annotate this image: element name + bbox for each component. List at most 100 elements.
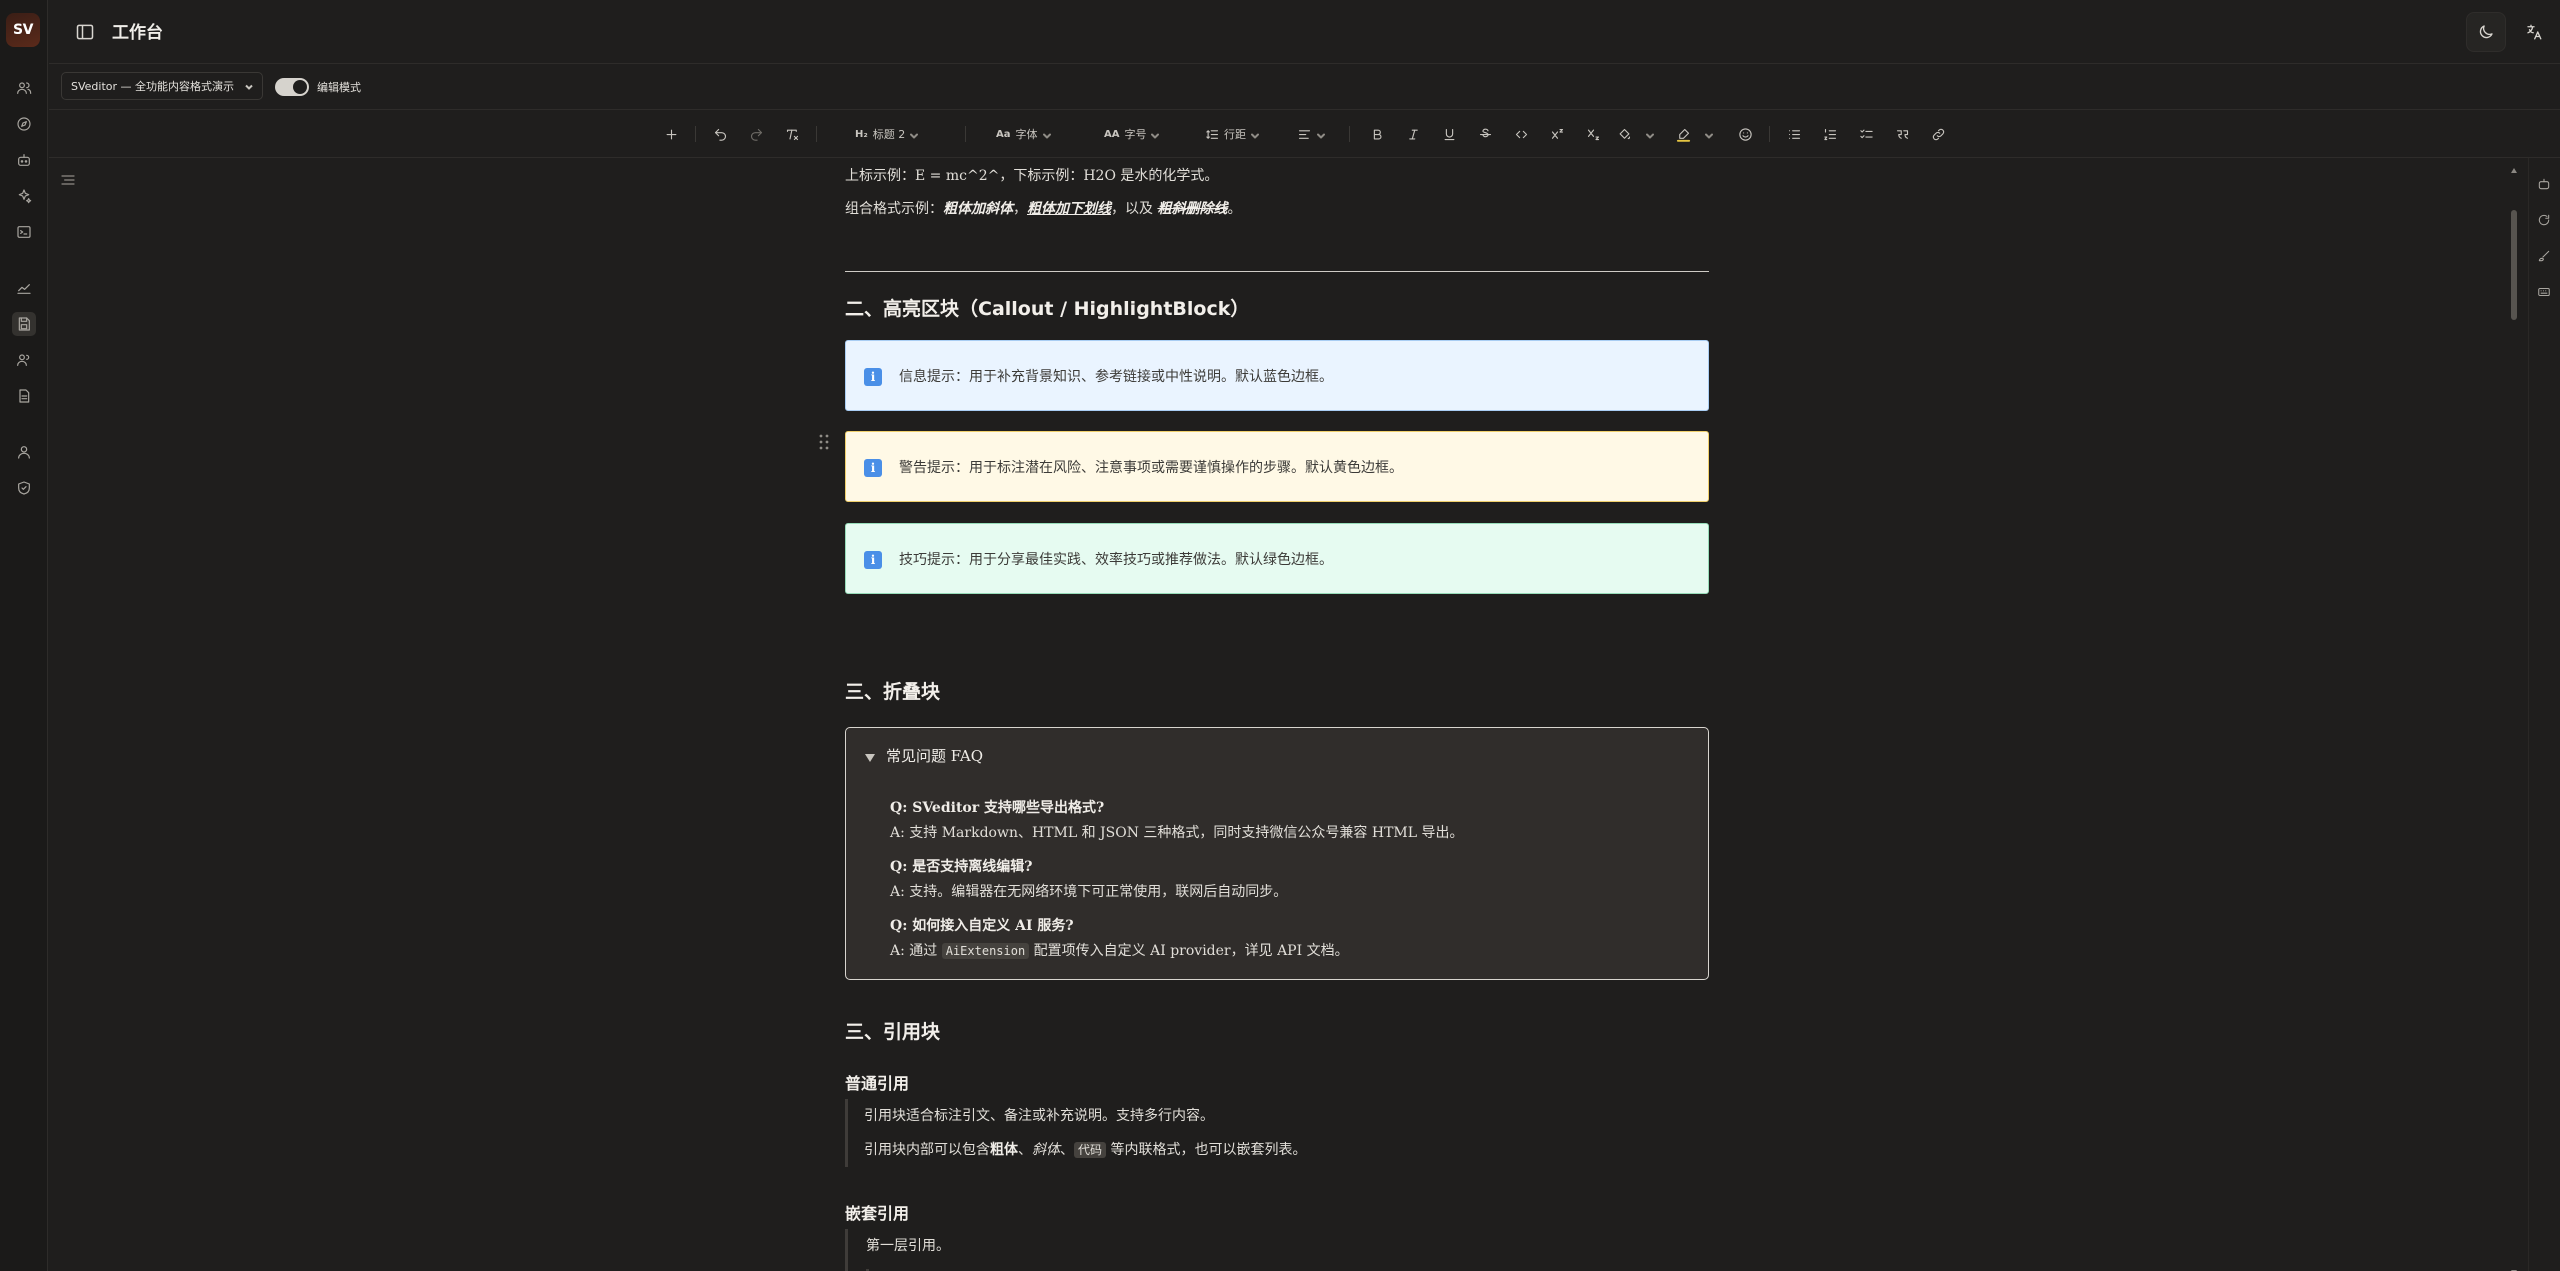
- callout-info[interactable]: i 信息提示：用于补充背景知识、参考链接或中性说明。默认蓝色边框。: [845, 340, 1709, 411]
- undo-icon: [714, 128, 726, 141]
- ordered-list-icon: [1823, 128, 1836, 140]
- text-color-button[interactable]: [1617, 122, 1654, 146]
- blockquote-button[interactable]: [1890, 122, 1914, 146]
- chevron-down-icon: [1646, 130, 1654, 139]
- heading-select[interactable]: H₂ 标题 2: [855, 122, 919, 146]
- bullet-list-icon: [1788, 129, 1800, 139]
- insert-block-button[interactable]: [659, 122, 683, 146]
- chevron-down-icon: [1705, 130, 1713, 139]
- language-button[interactable]: [2514, 12, 2554, 52]
- callout-warning[interactable]: i 警告提示：用于标注潜在风险、注意事项或需要谨慎操作的步骤。默认黄色边框。: [845, 431, 1709, 502]
- italic-icon: [1408, 129, 1418, 139]
- highlight-color-button[interactable]: [1676, 122, 1713, 146]
- keyboard-icon[interactable]: [2537, 284, 2553, 300]
- chart-icon[interactable]: [12, 276, 36, 300]
- task-list-button[interactable]: [1854, 122, 1878, 146]
- bold-italic-text: 粗体加斜体: [943, 201, 1013, 217]
- info-icon: i: [864, 551, 882, 569]
- subscript-icon: [1587, 129, 1599, 140]
- line-height-value: 行距: [1224, 128, 1246, 141]
- emoji-button[interactable]: [1733, 122, 1757, 146]
- italic-button[interactable]: [1401, 122, 1425, 146]
- page-title: 工作台: [112, 23, 163, 43]
- font-family-select[interactable]: Aa 字体: [996, 122, 1051, 146]
- align-select[interactable]: [1297, 122, 1325, 146]
- scroll-down-icon[interactable]: [2510, 1261, 2518, 1271]
- moon-icon: [2479, 25, 2493, 39]
- font-size-icon: AA: [1104, 128, 1120, 140]
- heading-nested-quote: 嵌套引用: [845, 1204, 910, 1223]
- info-icon: i: [864, 459, 882, 477]
- faq-answer: A: 支持。编辑器在无网络环境下可正常使用，联网后自动同步。: [890, 884, 1288, 900]
- sparkles-icon[interactable]: [12, 184, 36, 208]
- quote-icon: [1896, 129, 1908, 139]
- callout-warning-text: 警告提示：用于标注潜在风险、注意事项或需要谨慎操作的步骤。默认黄色边框。: [899, 459, 1403, 476]
- link-button[interactable]: [1926, 122, 1950, 146]
- heading-callout: 二、高亮区块（Callout / HighlightBlock）: [845, 298, 1250, 320]
- redo-button[interactable]: [744, 122, 768, 146]
- right-tool-panel: [2528, 158, 2560, 1271]
- combo-format-example: 组合格式示例：粗体加斜体，粗体加下划线，以及 粗斜删除线。: [845, 193, 1241, 225]
- quote-italic-text: 斜体: [1032, 1142, 1060, 1158]
- edit-mode-toggle[interactable]: [275, 78, 309, 96]
- collapsible-summary[interactable]: 常见问题 FAQ: [864, 745, 983, 766]
- scroll-up-icon[interactable]: [2510, 160, 2518, 173]
- plus-icon: [666, 129, 676, 139]
- document-select[interactable]: SVeditor — 全功能内容格式演示: [61, 72, 264, 100]
- subscript-button[interactable]: [1581, 122, 1605, 146]
- scrollbar-thumb[interactable]: [2511, 210, 2517, 320]
- compass-icon[interactable]: [12, 112, 36, 136]
- caret-down-icon: [864, 750, 876, 762]
- block-drag-handle-icon[interactable]: [818, 433, 830, 451]
- combo-separator: ，: [1013, 201, 1027, 217]
- superscript-button[interactable]: [1545, 122, 1569, 146]
- clear-format-button[interactable]: [780, 122, 804, 146]
- bold-italic-strike-text: 粗斜删除线: [1157, 201, 1228, 217]
- bold-button[interactable]: [1365, 122, 1389, 146]
- superscript-icon: [1551, 128, 1563, 139]
- content-scrollbar[interactable]: [2510, 160, 2518, 1271]
- callout-tip[interactable]: i 技巧提示：用于分享最佳实践、效率技巧或推荐做法。默认绿色边框。: [845, 523, 1709, 594]
- heading-icon: H₂: [855, 128, 868, 140]
- outline-toggle-icon[interactable]: [60, 172, 78, 190]
- users-icon[interactable]: [12, 76, 36, 100]
- align-left-icon: [1298, 129, 1311, 139]
- theme-toggle-button[interactable]: [2466, 12, 2506, 52]
- bullet-list-button[interactable]: [1782, 122, 1806, 146]
- sidebar-toggle-icon[interactable]: [73, 20, 97, 44]
- toolbar-divider: [816, 126, 817, 142]
- faq-answer-prefix: A: 通过: [890, 943, 942, 959]
- inline-code-button[interactable]: [1509, 122, 1533, 146]
- strikethrough-button[interactable]: [1473, 122, 1497, 146]
- underline-button[interactable]: [1437, 122, 1461, 146]
- bot-icon[interactable]: [12, 148, 36, 172]
- toolbar-divider: [1769, 126, 1770, 142]
- nested-blockquote[interactable]: 第一层引用。: [845, 1229, 1709, 1271]
- quote-line: 引用块内部可以包含粗体、斜体、 代码 等内联格式，也可以嵌套列表。: [864, 1133, 1709, 1167]
- superscript-example: 上标示例：E = mc^2^，下标示例：H2O 是水的化学式。: [845, 168, 1219, 184]
- edit-mode-label: 编辑模式: [317, 81, 361, 94]
- user-icon[interactable]: [12, 440, 36, 464]
- bot-icon[interactable]: [2537, 176, 2553, 192]
- app-logo[interactable]: SV: [6, 13, 40, 47]
- refresh-icon[interactable]: [2537, 212, 2553, 228]
- blockquote[interactable]: 引用块适合标注引文、备注或补充说明。支持多行内容。 引用块内部可以包含粗体、斜体…: [845, 1099, 1709, 1167]
- shield-icon[interactable]: [12, 476, 36, 500]
- chevron-down-icon: [1151, 130, 1160, 139]
- collapsible-block[interactable]: 常见问题 FAQ Q: SVeditor 支持哪些导出格式? A: 支持 Mar…: [845, 727, 1709, 980]
- terminal-icon[interactable]: [12, 220, 36, 244]
- clear-format-icon: [786, 129, 798, 140]
- brush-icon[interactable]: [2537, 248, 2553, 264]
- team-icon[interactable]: [12, 348, 36, 372]
- save-icon[interactable]: [12, 312, 36, 336]
- quote-line: 引用块适合标注引文、备注或补充说明。支持多行内容。: [864, 1108, 1214, 1124]
- file-icon[interactable]: [12, 384, 36, 408]
- translate-icon: [2527, 24, 2542, 40]
- combo-end: 。: [1227, 201, 1242, 217]
- font-size-select[interactable]: AA 字号: [1104, 122, 1160, 146]
- line-height-select[interactable]: 行距: [1205, 122, 1259, 146]
- paint-bucket-icon: [1619, 128, 1631, 139]
- undo-button[interactable]: [708, 122, 732, 146]
- ordered-list-button[interactable]: [1818, 122, 1842, 146]
- underline-icon: [1444, 128, 1454, 140]
